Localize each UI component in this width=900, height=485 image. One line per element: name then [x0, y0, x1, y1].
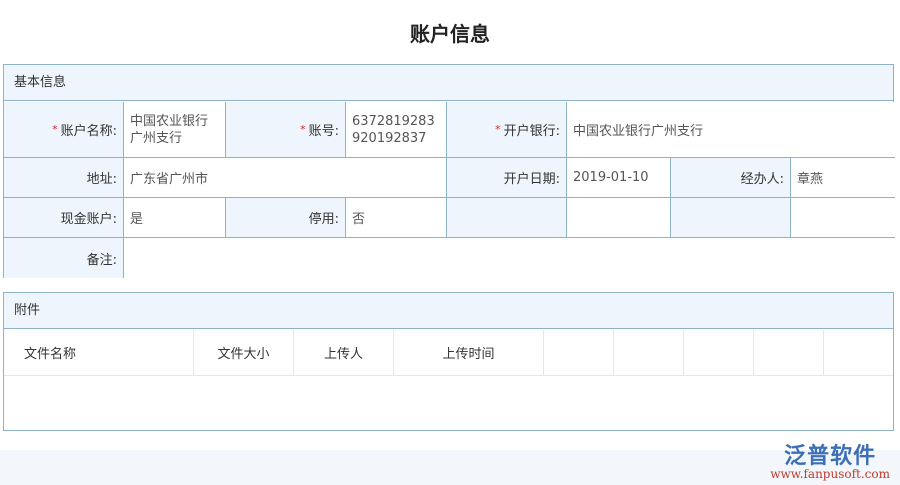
empty-label-cell — [447, 198, 567, 238]
column-header-uploader: 上传人 — [294, 330, 394, 375]
account-no-label: * 账号: — [226, 102, 346, 158]
handler-value[interactable]: 章燕 — [791, 158, 895, 198]
column-header-file-name: 文件名称 — [4, 330, 194, 375]
column-header-empty — [614, 330, 684, 375]
remark-value[interactable] — [124, 238, 895, 278]
cash-account-label: 现金账户: — [4, 198, 124, 238]
empty-value-cell — [791, 198, 895, 238]
required-mark: * — [300, 123, 306, 136]
open-date-label: 开户日期: — [447, 158, 567, 198]
panel-header: 基本信息 — [4, 65, 893, 101]
logo-url: www.fanpusoft.com — [770, 467, 890, 481]
bank-value[interactable]: 中国农业银行广州支行 — [567, 102, 895, 158]
logo-name: 泛普软件 — [784, 444, 877, 469]
address-value[interactable]: 广东省广州市 — [124, 158, 447, 198]
handler-label: 经办人: — [671, 158, 791, 198]
address-label: 地址: — [4, 158, 124, 198]
cash-account-value[interactable]: 是 — [124, 198, 226, 238]
account-name-label: * 账户名称: — [4, 102, 124, 158]
basic-info-panel: 基本信息 * 账户名称: 中国农业银行广州支行 * 账号: 637281928392… — [3, 64, 895, 278]
panel-header: 附件 — [4, 293, 893, 329]
column-header-empty — [684, 330, 754, 375]
remark-label: 备注: — [4, 238, 124, 278]
required-mark: * — [495, 123, 501, 136]
column-header-empty — [544, 330, 614, 375]
bank-label: * 开户银行: — [447, 102, 567, 158]
attachments-panel: 附件 文件名称 文件大小 上传人 上传时间 — [3, 292, 894, 431]
disabled-value[interactable]: 否 — [346, 198, 447, 238]
column-header-file-size: 文件大小 — [194, 330, 294, 375]
page-title: 账户信息 — [410, 22, 490, 46]
empty-label-cell — [671, 198, 791, 238]
required-mark: * — [52, 123, 58, 136]
open-date-value[interactable]: 2019-01-10 — [567, 158, 671, 198]
fanpusoft-logo: 泛普软件 www.fanpusoft.com — [770, 438, 890, 481]
disabled-label: 停用: — [226, 198, 346, 238]
account-no-value[interactable]: 6372819283920192837 — [346, 102, 447, 158]
column-header-empty — [754, 330, 824, 375]
column-header-upload-time: 上传时间 — [394, 330, 544, 375]
empty-value-cell — [567, 198, 671, 238]
account-name-value[interactable]: 中国农业银行广州支行 — [124, 102, 226, 158]
footer-band — [0, 450, 900, 485]
divider — [4, 375, 893, 376]
